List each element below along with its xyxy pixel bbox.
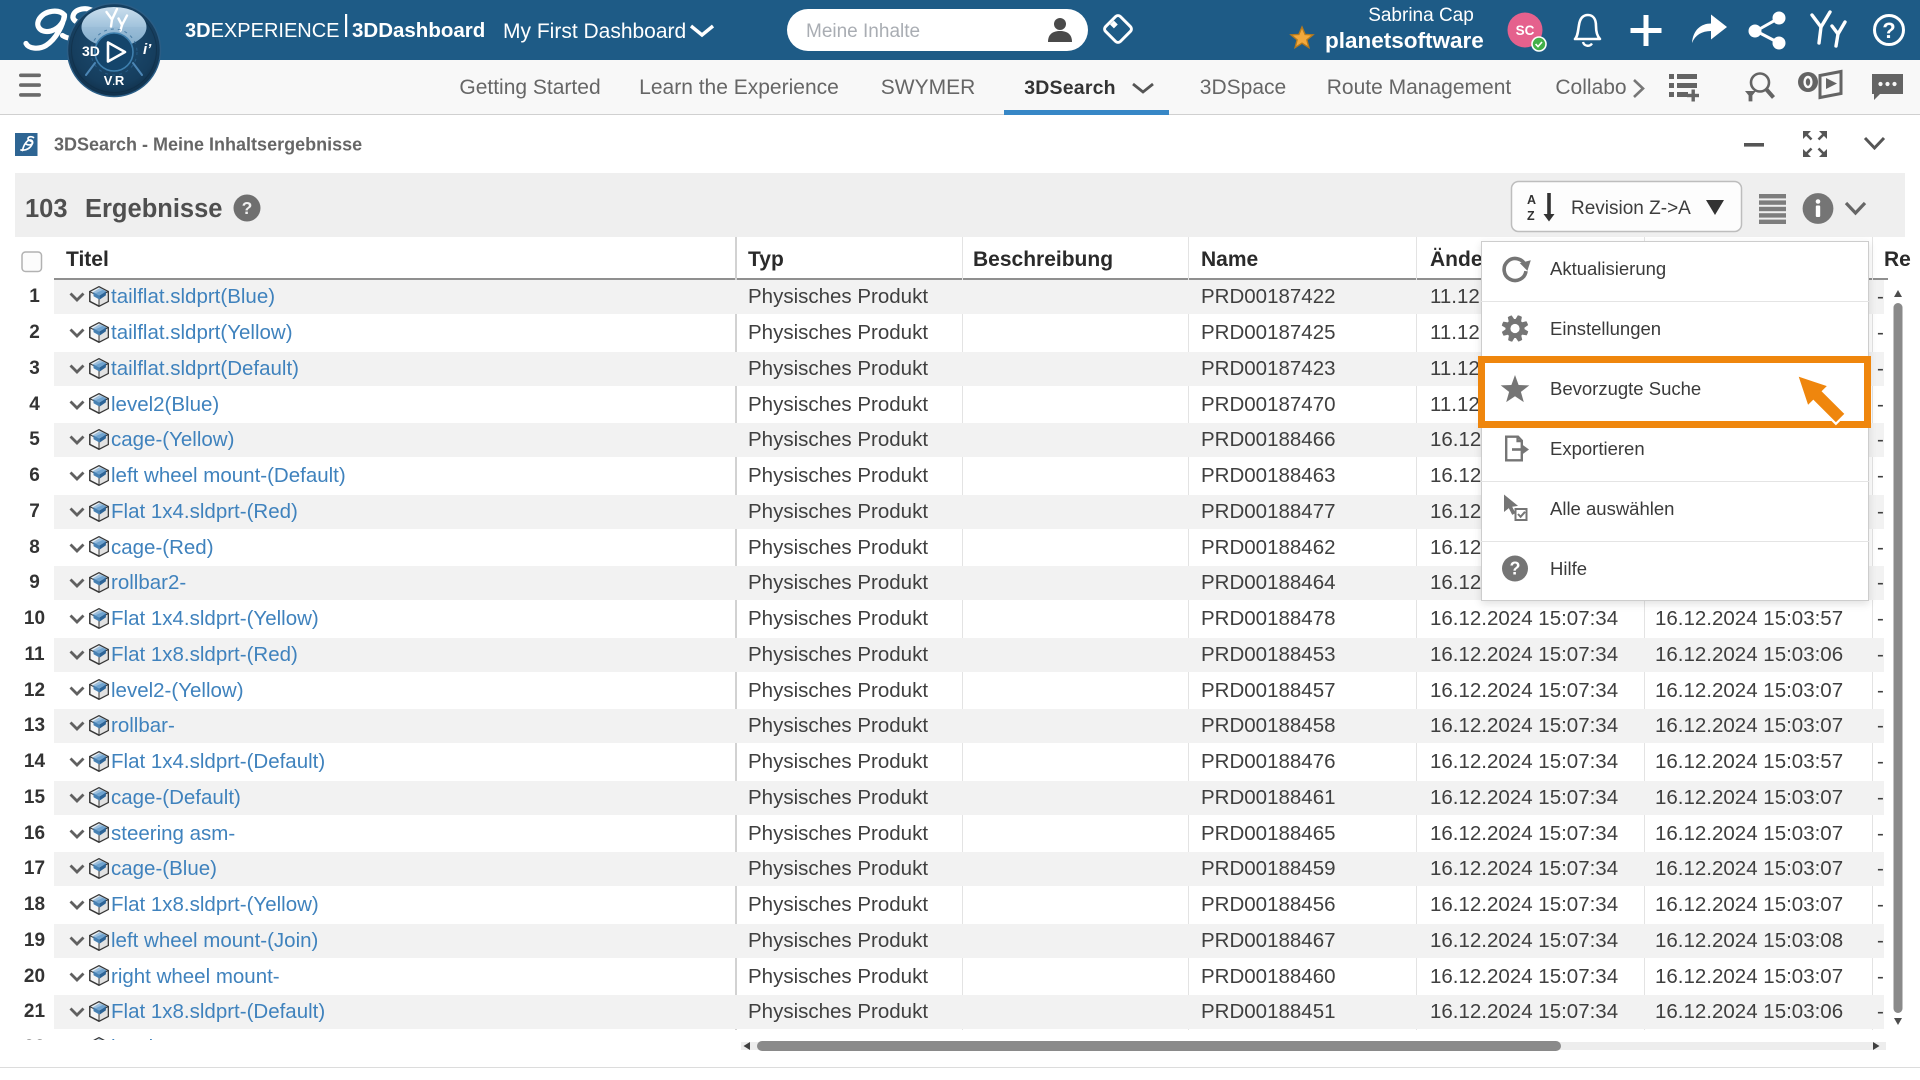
svg-text:Aktualisierung: Aktualisierung bbox=[1550, 258, 1666, 279]
svg-text:Sabrina Cap: Sabrina Cap bbox=[1368, 5, 1474, 26]
svg-text:Name: Name bbox=[1201, 248, 1258, 271]
svg-text:3DDashboard: 3DDashboard bbox=[352, 19, 485, 42]
svg-text:Alle auswählen: Alle auswählen bbox=[1550, 498, 1674, 519]
svg-text:Titel: Titel bbox=[66, 248, 109, 271]
svg-text:3DSearch - Meine Inhaltsergebn: 3DSearch - Meine Inhaltsergebnisse bbox=[54, 135, 362, 155]
svg-text:Ergebnisse: Ergebnisse bbox=[85, 195, 222, 223]
svg-text:Route Management: Route Management bbox=[1327, 76, 1512, 99]
svg-text:Typ: Typ bbox=[748, 248, 784, 271]
svg-text:?: ? bbox=[242, 198, 253, 218]
svg-text:Exportieren: Exportieren bbox=[1550, 438, 1645, 459]
svg-text:Meine Inhalte: Meine Inhalte bbox=[806, 21, 920, 42]
svg-text:V.R: V.R bbox=[104, 73, 125, 88]
svg-text:3DSpace: 3DSpace bbox=[1200, 76, 1286, 99]
svg-text:Learn the Experience: Learn the Experience bbox=[639, 76, 839, 99]
svg-text:Beschreibung: Beschreibung bbox=[973, 248, 1113, 271]
svg-text:Re: Re bbox=[1884, 248, 1911, 271]
svg-text:SWYMER: SWYMER bbox=[881, 76, 976, 99]
svg-text:SC: SC bbox=[1516, 23, 1535, 38]
svg-text:A: A bbox=[1527, 193, 1536, 207]
svg-text:Revision Z->A: Revision Z->A bbox=[1571, 198, 1691, 219]
svg-text:Z: Z bbox=[1527, 209, 1535, 223]
svg-text:i’: i’ bbox=[143, 41, 152, 58]
svg-text:My First Dashboard: My First Dashboard bbox=[503, 20, 686, 43]
svg-text:103: 103 bbox=[25, 195, 68, 223]
svg-text:?: ? bbox=[1510, 559, 1521, 579]
svg-text:3D: 3D bbox=[82, 43, 100, 59]
svg-text:Collabo: Collabo bbox=[1555, 76, 1626, 99]
svg-text:3DEXPERIENCE: 3DEXPERIENCE bbox=[185, 20, 340, 42]
svg-text:?: ? bbox=[1882, 18, 1895, 43]
svg-text:Hilfe: Hilfe bbox=[1550, 558, 1587, 579]
svg-text:planetsoftware: planetsoftware bbox=[1325, 28, 1484, 53]
svg-text:3DSearch: 3DSearch bbox=[1024, 77, 1116, 99]
svg-text:Getting Started: Getting Started bbox=[459, 76, 600, 99]
svg-text:Einstellungen: Einstellungen bbox=[1550, 318, 1661, 339]
